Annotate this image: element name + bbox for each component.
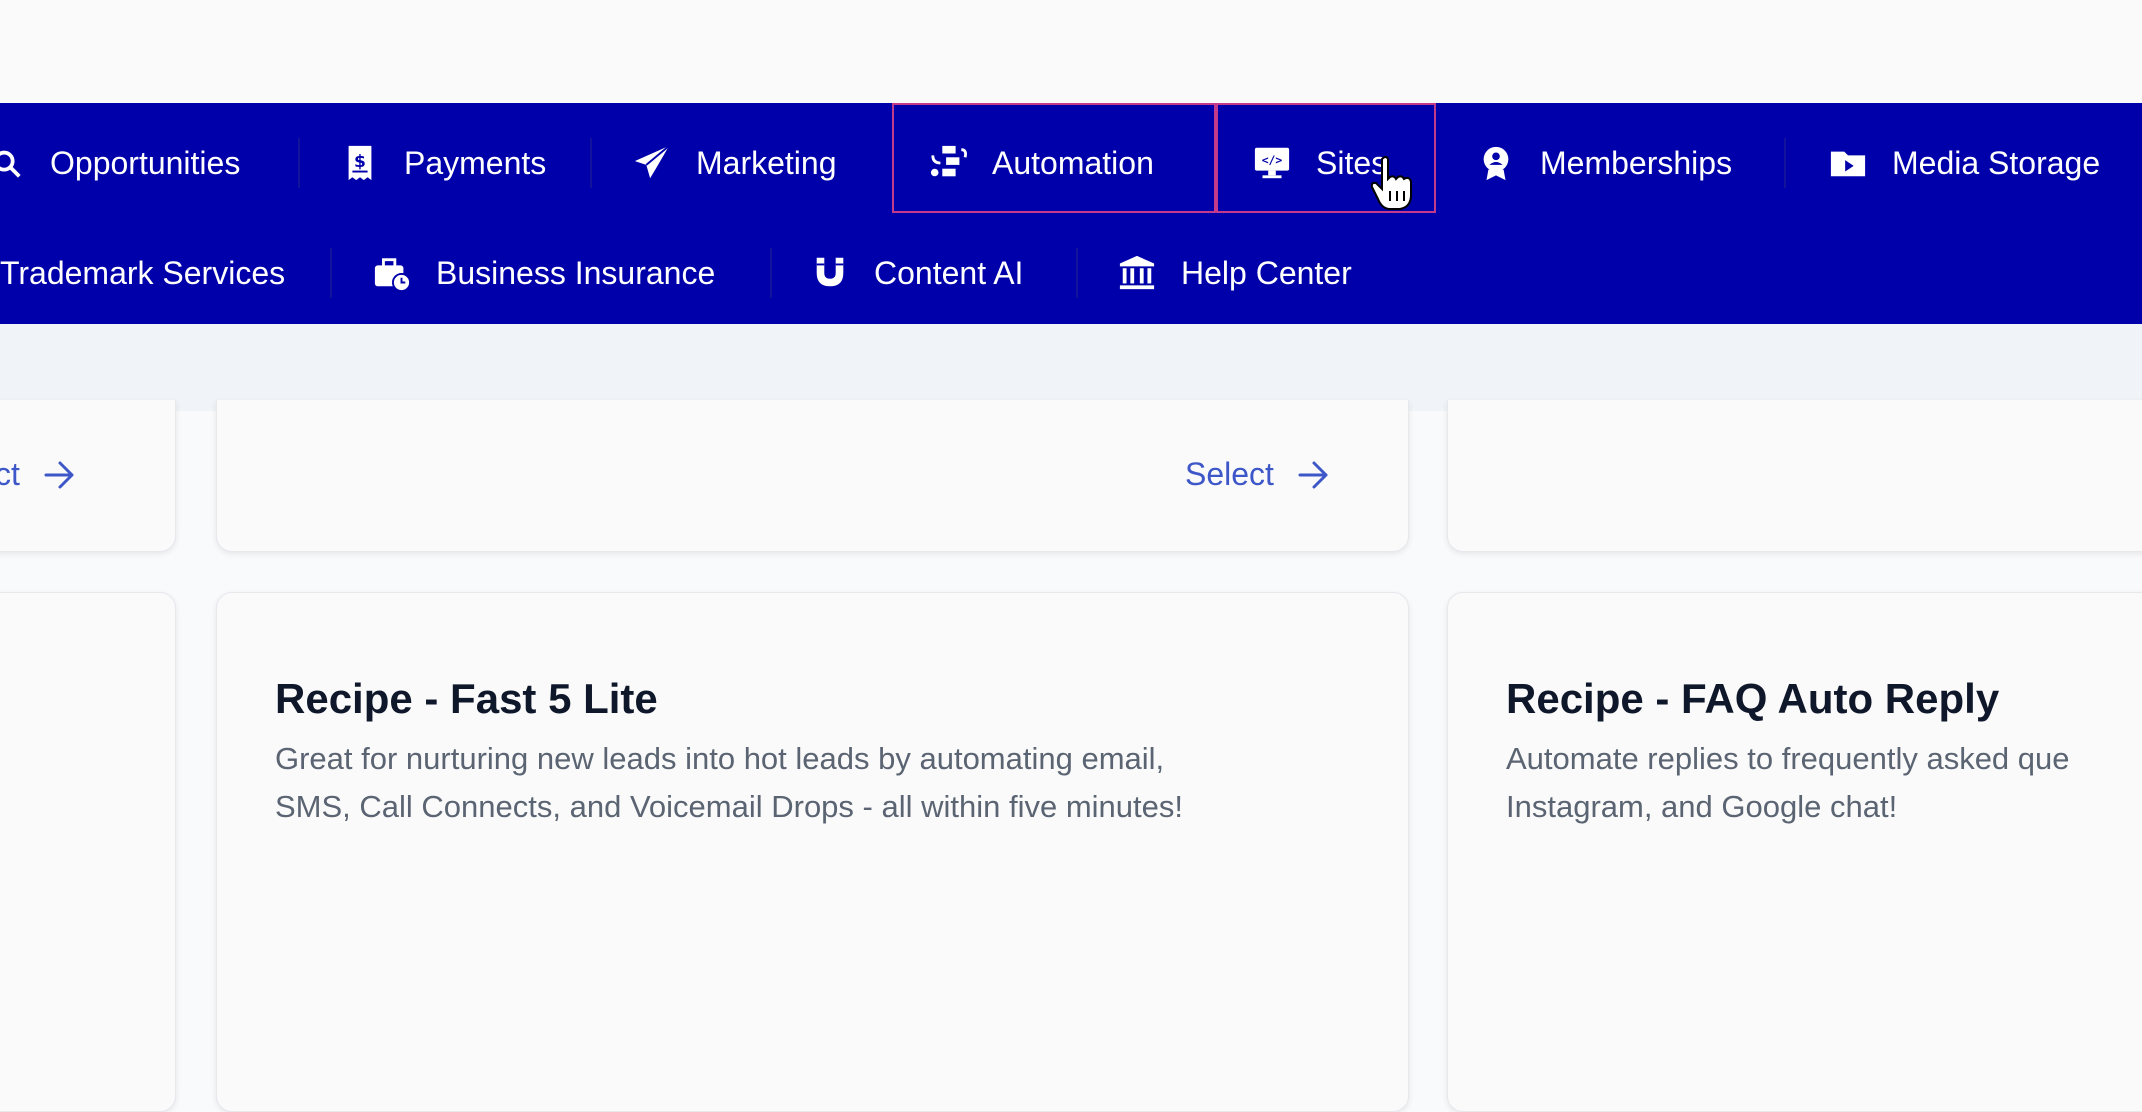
- nav-item-media-storage[interactable]: Media Storage: [1828, 133, 2100, 193]
- recipe-card-partial-left: Select: [0, 400, 176, 552]
- nav-item-help-center[interactable]: Help Center: [1117, 243, 1352, 303]
- paper-plane-icon: [632, 143, 672, 183]
- card-description-line: SMS, Call Connects, and Voicemail Drops …: [275, 789, 1183, 824]
- nav-item-label: Help Center: [1181, 254, 1352, 291]
- card-title: Recipe - Fast 5 Lite: [275, 675, 658, 722]
- nav-item-label: Memberships: [1540, 144, 1733, 181]
- badge-icon: [1476, 143, 1516, 183]
- card-description-line: Great for nurturing new leads into hot l…: [275, 741, 1165, 776]
- nav-separator: [1076, 248, 1078, 298]
- recipe-card-partial-left: [0, 592, 176, 1112]
- select-label: Select: [0, 456, 20, 492]
- nav-item-opportunities[interactable]: Opportunities: [0, 133, 240, 193]
- select-link[interactable]: Select: [0, 456, 76, 493]
- nav-item-label: Business Insurance: [436, 254, 716, 291]
- receipt-dollar-icon: $: [340, 143, 380, 183]
- svg-text:$: $: [354, 152, 366, 172]
- nav-item-label: Opportunities: [50, 144, 241, 181]
- nav-item-automation[interactable]: Automation: [928, 133, 1154, 193]
- recipe-card-partial-right: [1447, 400, 2142, 552]
- card-description-line: Instagram, and Google chat!: [1506, 789, 1898, 824]
- hand-cursor-icon: [1370, 156, 1412, 210]
- workflow-icon: [928, 143, 968, 183]
- nav-item-marketing[interactable]: Marketing: [632, 133, 837, 193]
- nav-item-payments[interactable]: $ Payments: [340, 133, 546, 193]
- nav-item-content-ai[interactable]: Content AI: [810, 243, 1023, 303]
- opportunities-icon: [0, 143, 26, 183]
- recipe-card-faq-auto-reply[interactable]: Recipe - FAQ Auto Reply Automate replies…: [1447, 592, 2142, 1112]
- nav-item-label: Media Storage: [1892, 144, 2101, 181]
- nav-item-label: Payments: [404, 144, 547, 181]
- card-title: Recipe - FAQ Auto Reply: [1506, 675, 2000, 722]
- folder-play-icon: [1828, 143, 1868, 183]
- select-label: Select: [1185, 456, 1274, 492]
- nav-item-sites[interactable]: </> Sites: [1252, 133, 1387, 193]
- nav-separator: [770, 248, 772, 298]
- bank-icon: [1117, 253, 1157, 293]
- monitor-code-icon: </>: [1252, 143, 1292, 183]
- svg-text:</>: </>: [1262, 153, 1283, 167]
- top-bar: [0, 0, 2142, 103]
- nav-item-label: Marketing: [696, 144, 837, 181]
- nav-separator: [330, 248, 332, 298]
- content-header-strip: [0, 324, 2142, 411]
- nav-item-label: Automation: [992, 144, 1154, 181]
- nav-item-business-insurance[interactable]: Business Insurance: [372, 243, 715, 303]
- select-link[interactable]: Select: [1185, 456, 1330, 493]
- briefcase-clock-icon: [372, 253, 412, 293]
- arrow-right-icon: [1298, 461, 1328, 488]
- nav-separator: [298, 138, 300, 188]
- nav-separator: [590, 138, 592, 188]
- arrow-right-icon: [44, 461, 74, 488]
- recipe-card: Select: [216, 400, 1409, 552]
- main-navigation: Opportunities $ Payments Marketing Autom…: [0, 103, 2142, 324]
- magnet-icon: [810, 253, 850, 293]
- nav-separator: [1784, 138, 1786, 188]
- nav-item-label: Trademark Services: [0, 254, 286, 291]
- card-description-line: Automate replies to frequently asked que: [1506, 741, 2070, 776]
- nav-item-label: Content AI: [874, 254, 1024, 291]
- nav-item-trademark-services[interactable]: Trademark Services: [0, 243, 285, 303]
- recipe-card-fast-5-lite[interactable]: Recipe - Fast 5 Lite Great for nurturing…: [216, 592, 1409, 1112]
- nav-item-memberships[interactable]: Memberships: [1476, 133, 1732, 193]
